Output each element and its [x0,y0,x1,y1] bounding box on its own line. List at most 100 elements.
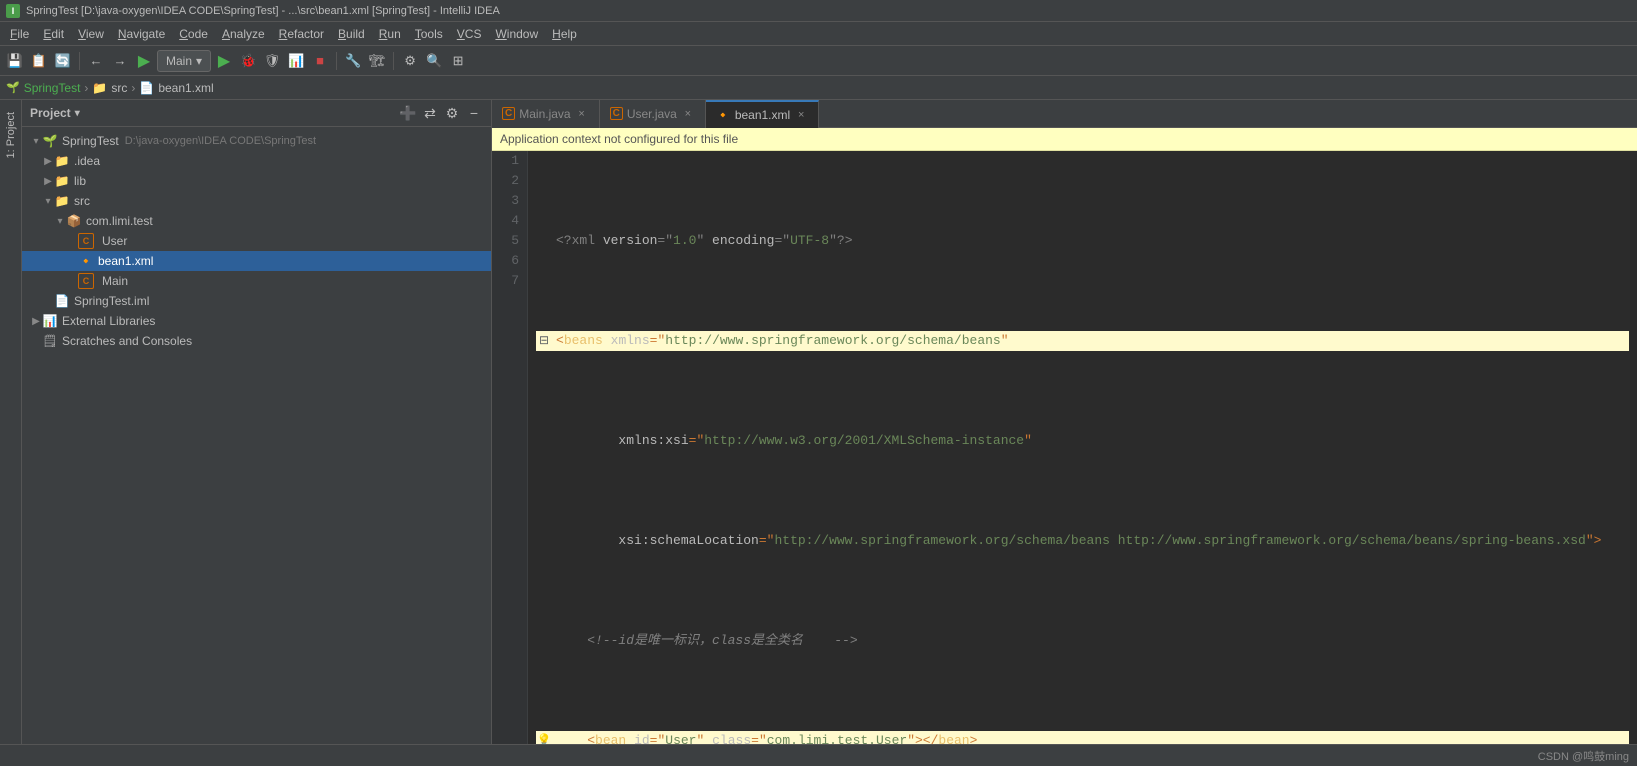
toolbar-extra-btn[interactable]: ⊞ [447,50,469,72]
breadcrumb-project[interactable]: SpringTest [24,81,81,95]
project-panel-tab[interactable]: 1: Project [3,104,19,166]
tree-toggle-lib[interactable]: ▶ [42,176,54,187]
toolbar-debug-btn[interactable]: 🐞 [237,50,259,72]
lib-folder-icon: 📁 [54,173,70,189]
tree-label-springtest: SpringTest [62,134,119,148]
code-editor[interactable]: 1 2 3 4 5 6 7 <?xml version="1.0" encodi… [492,151,1637,744]
menu-refactor[interactable]: Refactor [273,25,330,43]
code-encoding-attr: encoding [712,231,774,251]
tab-bean1-xml[interactable]: 🔸 bean1.xml × [706,100,819,128]
menu-tools[interactable]: Tools [409,25,449,43]
menu-help[interactable]: Help [546,25,583,43]
tree-item-user[interactable]: C User [22,231,491,251]
tree-item-idea[interactable]: ▶ 📁 .idea [22,151,491,171]
breadcrumb-file[interactable]: bean1.xml [158,81,213,95]
bean1-xml-icon: 🔸 [78,253,94,269]
tree-item-bean1[interactable]: 🔸 bean1.xml [22,251,491,271]
tab-user-java-close[interactable]: × [681,107,695,121]
fold-icon-2[interactable]: ⊟ [536,331,552,351]
menu-code[interactable]: Code [173,25,214,43]
tab-main-java-close[interactable]: × [575,107,589,121]
tree-toggle-ext[interactable]: ▶ [30,316,42,327]
com-limi-folder-icon: 📦 [66,213,82,229]
toolbar-save-btn[interactable]: 💾 [4,50,26,72]
tree-toggle-idea[interactable]: ▶ [42,156,54,167]
toolbar-search-btn[interactable]: 🔍 [423,50,445,72]
bulb-icon-6[interactable]: 💡 [536,731,552,744]
toolbar-run2-btn[interactable]: ▶ [213,50,235,72]
toolbar-separator-2 [336,52,337,70]
code-xmlns-attr: xmlns [611,331,650,351]
toolbar-run-btn[interactable]: ▶ [133,50,155,72]
app-icon: I [6,4,20,18]
breadcrumb-app-icon: 🌱 [6,81,20,94]
tree-item-com-limi[interactable]: ▾ 📦 com.limi.test [22,211,491,231]
line-num-6: 6 [500,251,519,271]
menu-build[interactable]: Build [332,25,371,43]
toolbar-settings-btn[interactable]: ⚙ [399,50,421,72]
tree-item-lib[interactable]: ▶ 📁 lib [22,171,491,191]
sidebar-minimize-btn[interactable]: − [465,104,483,122]
menu-file[interactable]: File [4,25,35,43]
tree-label-bean1: bean1.xml [98,254,153,268]
toolbar-save-all-btn[interactable]: 📋 [28,50,50,72]
menu-edit[interactable]: Edit [37,25,70,43]
line-numbers: 1 2 3 4 5 6 7 [492,151,528,744]
iml-icon: 📄 [54,293,70,309]
tree-item-springtest-iml[interactable]: 📄 SpringTest.iml [22,291,491,311]
toolbar-structure-btn[interactable]: 🏗 [366,50,388,72]
tree-toggle-com[interactable]: ▾ [54,216,66,227]
tab-bean1-xml-label: bean1.xml [735,108,790,122]
tree-label-main: Main [102,274,128,288]
sidebar-add-btn[interactable]: ➕ [399,104,417,122]
menu-vcs[interactable]: VCS [451,25,488,43]
toolbar-main-dropdown[interactable]: Main ▾ [157,50,211,72]
breadcrumb-src[interactable]: src [111,81,127,95]
menu-view[interactable]: View [72,25,110,43]
toolbar-stop-btn[interactable]: ■ [309,50,331,72]
tree-path-springtest: D:\java-oxygen\IDEA CODE\SpringTest [125,135,316,147]
tree-toggle-src[interactable]: ▾ [42,196,54,207]
toolbar-dropdown-arrow: ▾ [196,54,202,68]
code-xmlns-val: http://www.springframework.org/schema/be… [665,331,1000,351]
tree-item-scratches[interactable]: 🗒 Scratches and Consoles [22,331,491,351]
tree-item-src[interactable]: ▾ 📁 src [22,191,491,211]
toolbar-back-btn[interactable]: ← [85,50,107,72]
line-num-5: 5 [500,231,519,251]
tab-user-java-label: User.java [627,107,677,121]
idea-folder-icon: 📁 [54,153,70,169]
toolbar-profile-btn[interactable]: 📊 [285,50,307,72]
tab-user-java[interactable]: C User.java × [600,100,706,128]
toolbar-forward-btn[interactable]: → [109,50,131,72]
toolbar-coverage-btn[interactable]: 🛡 [261,50,283,72]
menu-navigate[interactable]: Navigate [112,25,171,43]
menu-run[interactable]: Run [373,25,407,43]
code-xsi-schema-attr: xsi:schemaLocation [618,531,758,551]
toolbar-ant-btn[interactable]: 🔧 [342,50,364,72]
code-id-attr: id [634,731,650,744]
sidebar-sync-btn[interactable]: ⇄ [421,104,439,122]
watermark-text: CSDN @鸣鼓ming [1538,748,1629,764]
tree-item-ext-libs[interactable]: ▶ 📊 External Libraries [22,311,491,331]
ext-libs-icon: 📊 [42,313,58,329]
toolbar: 💾 📋 🔄 ← → ▶ Main ▾ ▶ 🐞 🛡 📊 ■ 🔧 🏗 ⚙ 🔍 ⊞ [0,46,1637,76]
code-pi: <?xml [556,231,603,251]
tree-label-ext-libs: External Libraries [62,314,155,328]
tree-item-springtest[interactable]: ▾ 🌱 SpringTest D:\java-oxygen\IDEA CODE\… [22,131,491,151]
sidebar-settings-btn[interactable]: ⚙ [443,104,461,122]
menu-window[interactable]: Window [489,25,544,43]
breadcrumb-sep-2: › [131,81,135,95]
menu-analyze[interactable]: Analyze [216,25,271,43]
tab-bean1-xml-close[interactable]: × [794,108,808,122]
springtest-icon: 🌱 [42,133,58,149]
tree-toggle-springtest[interactable]: ▾ [30,136,42,147]
tree-item-main[interactable]: C Main [22,271,491,291]
sidebar-dropdown-icon[interactable]: ▾ [75,108,80,119]
toolbar-sync-btn[interactable]: 🔄 [52,50,74,72]
code-comment: <!--id是唯一标识，class是全类名 --> [556,631,858,651]
tab-main-java[interactable]: C Main.java × [492,100,600,128]
sidebar-actions: ➕ ⇄ ⚙ − [399,104,483,122]
tree-label-src: src [74,194,90,208]
toolbar-main-label: Main [166,54,192,68]
code-content[interactable]: <?xml version="1.0" encoding="UTF-8"?> ⊟… [528,151,1637,744]
